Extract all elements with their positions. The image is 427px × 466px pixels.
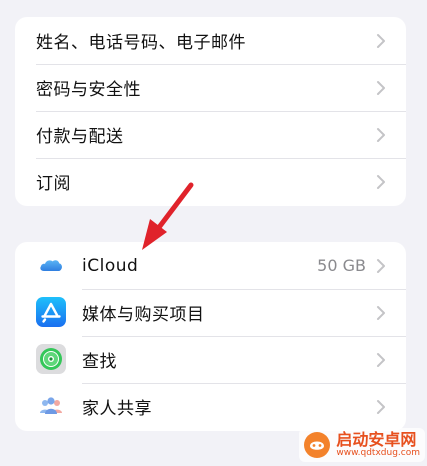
watermark-logo-icon (304, 432, 331, 458)
find-my-icon (36, 344, 66, 374)
watermark-name: 启动安卓网 (336, 430, 417, 450)
row-name-phone-email[interactable]: 姓名、电话号码、电子邮件 (15, 17, 406, 64)
row-label: iCloud (82, 255, 139, 276)
chevron-right-icon (377, 174, 385, 189)
chevron-right-icon (377, 305, 385, 320)
watermark-url: www.qdtxdug.com (336, 447, 420, 458)
row-icloud[interactable]: iCloud 50 GB (15, 242, 406, 289)
row-payment-shipping[interactable]: 付款与配送 (15, 111, 406, 158)
storage-value: 50 GB (317, 256, 366, 275)
chevron-right-icon (377, 399, 385, 414)
row-label: 媒体与购买项目 (82, 305, 205, 325)
row-label: 密码与安全性 (36, 80, 141, 100)
account-settings-group: 姓名、电话号码、电子邮件 密码与安全性 付款与配送 订阅 (15, 17, 406, 206)
row-label: 姓名、电话号码、电子邮件 (36, 33, 246, 53)
chevron-right-icon (377, 33, 385, 48)
app-store-icon (36, 297, 66, 327)
services-group: iCloud 50 GB 媒体与购买项目 查找 家人共享 (15, 242, 406, 431)
row-label: 查找 (82, 352, 117, 372)
chevron-right-icon (377, 127, 385, 142)
row-subscriptions[interactable]: 订阅 (15, 158, 406, 205)
chevron-right-icon (377, 258, 385, 273)
site-watermark: 启动安卓网 www.qdtxdug.com (299, 428, 425, 462)
chevron-right-icon (377, 80, 385, 95)
icloud-icon (36, 250, 66, 280)
row-label: 订阅 (36, 174, 71, 194)
row-label: 付款与配送 (36, 127, 124, 147)
chevron-right-icon (377, 352, 385, 367)
family-sharing-icon (36, 391, 66, 421)
row-find-my[interactable]: 查找 (15, 336, 406, 383)
row-media-purchases[interactable]: 媒体与购买项目 (15, 289, 406, 336)
row-family-sharing[interactable]: 家人共享 (15, 383, 406, 430)
row-label: 家人共享 (82, 399, 152, 419)
row-password-security[interactable]: 密码与安全性 (15, 64, 406, 111)
